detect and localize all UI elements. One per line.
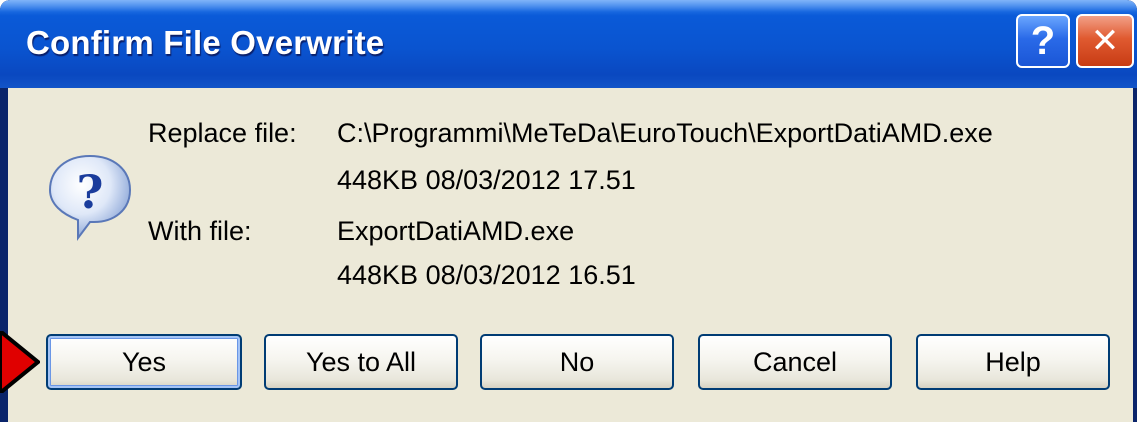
cancel-button[interactable]: Cancel	[698, 334, 892, 390]
question-icon: ?	[48, 154, 132, 241]
close-icon: ✕	[1090, 22, 1120, 60]
yes-to-all-button[interactable]: Yes to All	[264, 334, 458, 390]
dialog-body: ? Replace file: C:\Programmi\MeTeDa\Euro…	[8, 88, 1133, 422]
replace-file-info: 448KB 08/03/2012 17.51	[337, 165, 636, 195]
help-button[interactable]: Help	[916, 334, 1110, 390]
with-file-label: With file:	[148, 216, 252, 246]
svg-text:?: ?	[77, 165, 104, 219]
red-arrow-pointer-icon	[0, 331, 40, 393]
help-title-button[interactable]: ?	[1016, 14, 1070, 68]
window-title: Confirm File Overwrite	[26, 24, 385, 61]
help-icon: ?	[1030, 18, 1056, 63]
confirm-file-overwrite-dialog: Confirm File Overwrite ? ✕ ? Replace fil…	[0, 0, 1137, 422]
with-file-name: ExportDatiAMD.exe	[337, 216, 575, 246]
replace-file-path: C:\Programmi\MeTeDa\EuroTouch\ExportDati…	[337, 118, 993, 148]
close-button[interactable]: ✕	[1076, 14, 1134, 68]
no-button[interactable]: No	[480, 334, 674, 390]
with-file-info: 448KB 08/03/2012 16.51	[337, 260, 636, 290]
title-bar[interactable]: Confirm File Overwrite ? ✕	[0, 0, 1137, 88]
yes-button[interactable]: Yes	[46, 334, 242, 390]
replace-file-label: Replace file:	[148, 118, 297, 148]
